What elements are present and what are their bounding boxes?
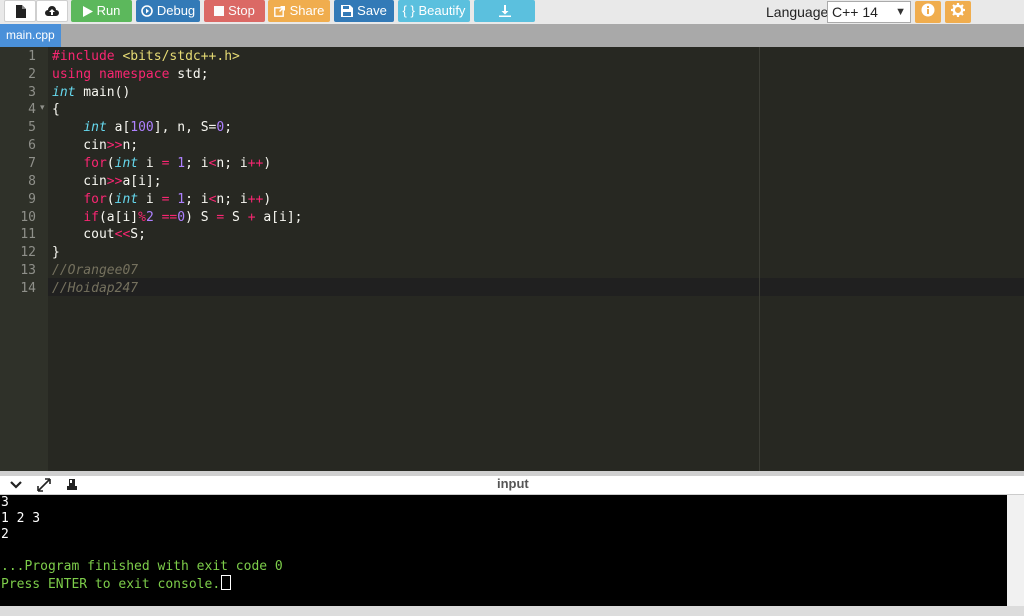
code-line: int a[100], n, S=0; — [83, 120, 233, 135]
line-number: 10 — [20, 210, 36, 225]
current-line-highlight — [48, 278, 1024, 296]
debug-icon — [141, 5, 153, 17]
chevron-down-icon: ▼ — [895, 6, 906, 18]
stop-button[interactable]: Stop — [204, 0, 265, 22]
new-file-button[interactable] — [4, 0, 36, 22]
play-icon — [82, 5, 93, 17]
line-number: 1 — [28, 49, 36, 64]
share-label: Share — [289, 3, 325, 18]
gear-icon — [951, 2, 965, 22]
console-scrollbar[interactable] — [1007, 495, 1024, 606]
language-value: C++ 14 — [832, 4, 878, 20]
fold-arrow-icon[interactable]: ▾ — [40, 102, 45, 113]
settings-button[interactable] — [945, 1, 971, 23]
code-line: //Orangee07 — [52, 263, 139, 278]
line-number: 7 — [28, 156, 36, 171]
console-prompt-text: Press ENTER to exit console. — [1, 577, 221, 592]
beautify-button[interactable]: { } Beautify — [398, 0, 470, 22]
code-area[interactable]: #include <bits/stdc++.h> using namespace… — [48, 47, 1024, 471]
language-label: Language — [766, 4, 829, 20]
code-line: int main() — [52, 85, 131, 100]
code-editor[interactable]: 1 2 3 4 ▾ 5 6 7 8 9 10 11 12 13 14 #incl… — [0, 47, 1024, 471]
console-title: input — [497, 476, 529, 491]
line-number: 8 — [28, 174, 36, 189]
beautify-label: { } Beautify — [402, 3, 466, 18]
collapse-chevron-icon[interactable] — [8, 478, 24, 492]
stop-label: Stop — [228, 3, 255, 18]
file-tab-bar: main.cpp — [0, 24, 1024, 47]
line-number: 11 — [20, 227, 36, 242]
share-button[interactable]: Share — [268, 0, 330, 22]
line-number: 13 — [20, 263, 36, 278]
print-margin — [759, 47, 760, 471]
console-output[interactable]: 3 1 2 3 2 ...Program finished with exit … — [0, 495, 1007, 606]
toolbar: Run Debug Stop Share Save { } Beautify L… — [0, 0, 1024, 24]
new-file-icon — [15, 4, 26, 18]
code-line: cin>>n; — [52, 138, 139, 153]
clear-console-icon[interactable] — [64, 478, 80, 492]
code-line: cout<<S; — [52, 227, 146, 242]
code-line: for(int i = 1; i<n; i++) — [83, 192, 272, 207]
line-number: 2 — [28, 67, 36, 82]
language-select[interactable]: C++ 14 ▼ — [827, 1, 911, 23]
run-button[interactable]: Run — [71, 0, 132, 22]
info-button[interactable] — [915, 1, 941, 23]
code-line: cin>>a[i]; — [52, 174, 162, 189]
line-number: 4 — [28, 102, 36, 117]
info-icon — [921, 3, 935, 22]
code-line: { — [52, 102, 60, 117]
console-prompt-line: Press ENTER to exit console. — [1, 575, 232, 592]
line-number: 5 — [28, 120, 36, 135]
line-number: 9 — [28, 192, 36, 207]
download-button[interactable] — [474, 0, 535, 22]
code-line: using namespace std; — [52, 67, 209, 82]
console-line: 3 — [1, 495, 9, 510]
upload-icon — [44, 5, 60, 18]
line-number: 12 — [20, 245, 36, 260]
line-number: 3 — [28, 85, 36, 100]
code-line: if(a[i]%2 ==0) S = S + a[i]; — [83, 210, 303, 225]
line-number: 14 — [20, 281, 36, 296]
save-label: Save — [357, 3, 387, 18]
console-line: 1 2 3 — [1, 511, 41, 526]
text-cursor — [221, 575, 232, 590]
save-button[interactable]: Save — [334, 0, 394, 22]
download-icon — [498, 5, 511, 17]
debug-button[interactable]: Debug — [136, 0, 200, 22]
code-line: } — [52, 245, 60, 260]
console-exit-message: ...Program finished with exit code 0 — [1, 559, 283, 574]
share-icon — [273, 5, 286, 17]
code-line: //Hoidap247 — [52, 281, 139, 296]
console-header: input — [0, 476, 1024, 495]
stop-icon — [214, 6, 225, 16]
save-icon — [341, 5, 354, 17]
upload-button[interactable] — [36, 0, 68, 22]
line-number-gutter: 1 2 3 4 ▾ 5 6 7 8 9 10 11 12 13 14 — [0, 47, 48, 471]
bottom-bar — [0, 606, 1024, 616]
expand-icon[interactable] — [36, 478, 52, 492]
code-line: for(int i = 1; i<n; i++) — [83, 156, 272, 171]
debug-label: Debug — [156, 3, 196, 18]
tab-main-cpp[interactable]: main.cpp — [0, 24, 61, 47]
code-line: #include <bits/stdc++.h> — [52, 49, 240, 64]
console-line: 2 — [1, 527, 9, 542]
line-number: 6 — [28, 138, 36, 153]
run-label: Run — [96, 3, 121, 18]
